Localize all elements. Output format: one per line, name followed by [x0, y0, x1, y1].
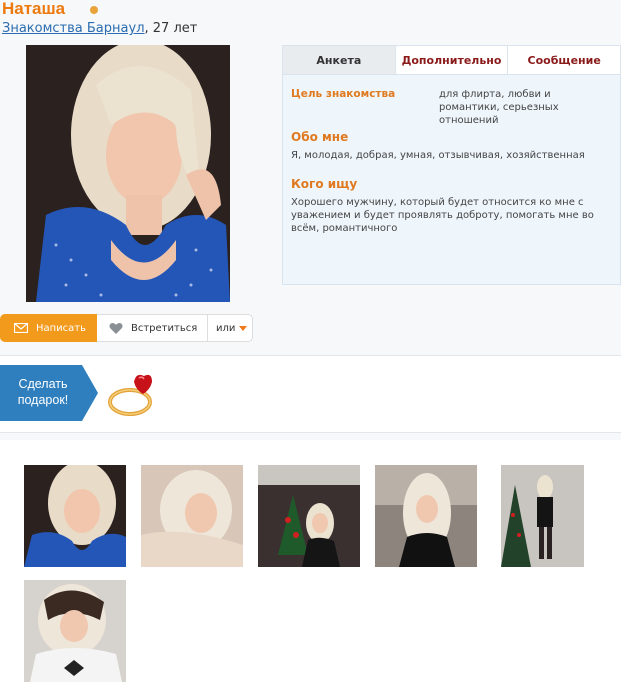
profile-tabs: Анкета Дополнительно Сообщение: [283, 46, 621, 75]
more-actions-label: или: [216, 322, 236, 334]
profile-name: Наташа: [2, 0, 66, 18]
action-button-bar: Написать Встретиться или: [0, 314, 253, 342]
seeking-text: Хорошего мужчину, который будет относитс…: [291, 197, 594, 234]
photo-thumbnail-4[interactable]: [375, 465, 477, 567]
photo-thumbnail-6[interactable]: [24, 580, 126, 682]
tab-additional[interactable]: Дополнительно: [394, 46, 508, 74]
profile-subtitle: Знакомства Барнаул, 27 лет: [2, 21, 197, 36]
heart-icon: [109, 322, 123, 334]
divider-bottom: [0, 432, 621, 433]
gift-section: Сделать подарок!: [0, 356, 621, 432]
main-profile-photo[interactable]: [26, 45, 230, 302]
meet-button[interactable]: Встретиться: [97, 314, 208, 342]
ring-icon: [108, 374, 152, 416]
profile-info-panel: Анкета Дополнительно Сообщение Цель знак…: [282, 45, 621, 285]
caret-down-icon: [239, 325, 248, 331]
make-gift-label: Сделать подарок!: [17, 377, 69, 407]
envelope-icon: [14, 323, 28, 333]
make-gift-button[interactable]: Сделать подарок!: [0, 365, 98, 421]
photo-thumbnail-2[interactable]: [141, 465, 243, 567]
photo-thumbnail-3[interactable]: [258, 465, 360, 567]
photo-thumbnail-5[interactable]: [501, 465, 584, 567]
tab-message[interactable]: Сообщение: [507, 46, 621, 74]
tab-anketa[interactable]: Анкета: [283, 46, 395, 74]
city-link[interactable]: Знакомства Барнаул: [2, 21, 145, 36]
profile-age: , 27 лет: [144, 21, 198, 36]
photo-thumbnail-1[interactable]: [24, 465, 126, 567]
about-title: Обо мне: [291, 130, 349, 144]
goal-label: Цель знакомства: [291, 88, 396, 100]
goal-value: для флирта, любви и романтики, серьезных…: [439, 89, 559, 126]
write-button-label: Написать: [36, 322, 87, 334]
meet-button-label: Встретиться: [131, 322, 198, 334]
about-text: Я, молодая, добрая, умная, отзывчивая, х…: [291, 150, 585, 161]
more-actions-dropdown[interactable]: или: [208, 314, 253, 342]
online-status-icon: [90, 6, 98, 14]
seeking-title: Кого ищу: [291, 177, 358, 191]
write-button[interactable]: Написать: [0, 314, 97, 342]
